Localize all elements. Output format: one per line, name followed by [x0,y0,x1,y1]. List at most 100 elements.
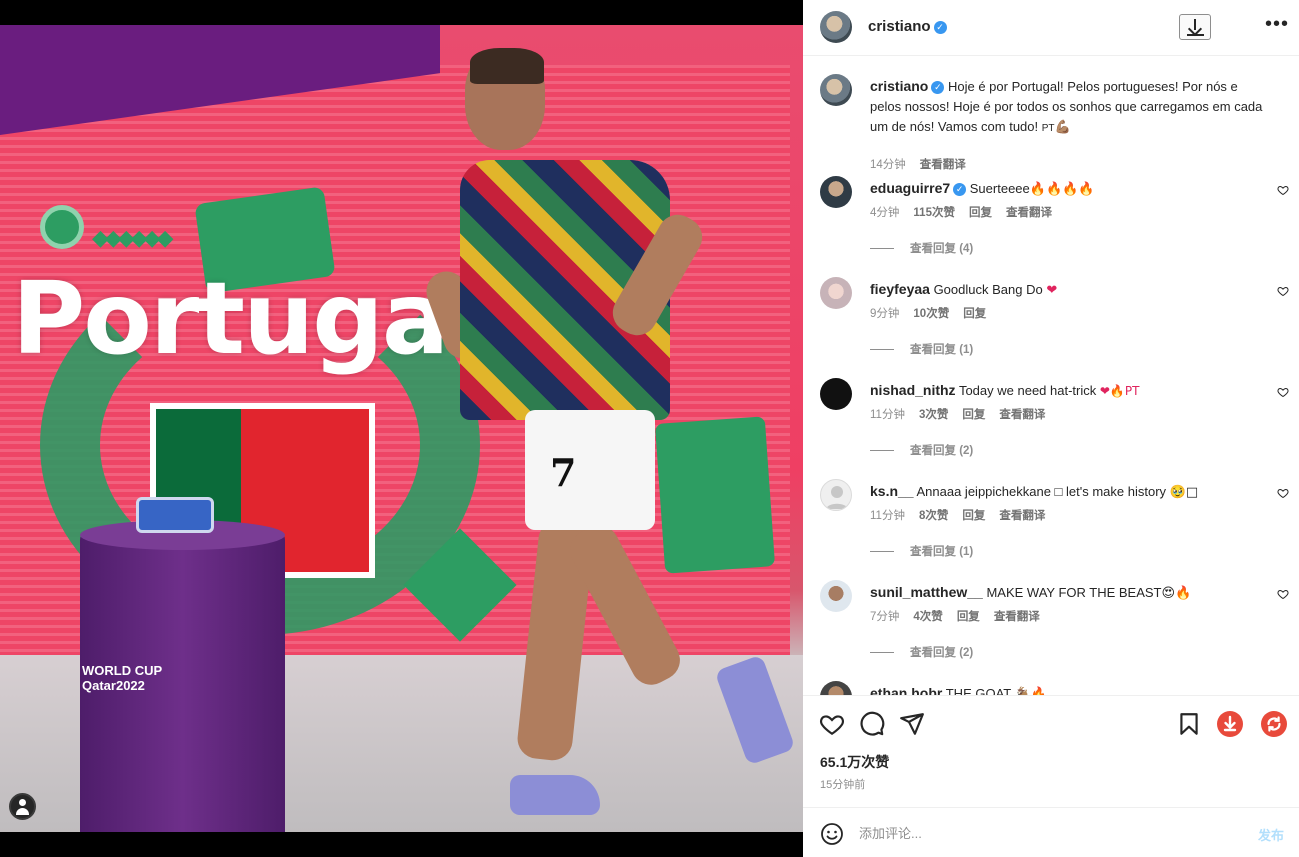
comment-like-heart-icon[interactable] [1277,184,1289,196]
download-arrow-icon [1223,715,1237,732]
comment-username[interactable]: fieyfeyaa [870,281,930,297]
author-name-row: cristiano ✓ [868,18,947,35]
comment-emoji: 🐐🔥 [1014,687,1047,695]
view-replies-button[interactable]: 查看回复 (2) [870,442,973,458]
post-photo[interactable]: ◆◆◆◆◆◆ Portugal WORLD CUP Qatar2022 7 [0,25,803,832]
comment-username[interactable]: ks.n__ [870,483,914,499]
comment-like-heart-icon[interactable] [1277,285,1289,297]
reply-button[interactable]: 回复 [957,611,980,623]
commenter-avatar[interactable] [820,277,852,309]
replies-line [870,248,894,250]
comment-body: THE GOAT [945,686,1011,695]
comment-likes[interactable]: 8次赞 [919,510,948,522]
post-time[interactable]: 15分钟前 [820,776,865,792]
comment-time[interactable]: 7分钟 [870,611,899,623]
post-header: cristiano ✓ ••• [803,0,1299,56]
user-tag-icon[interactable] [9,793,36,820]
more-options-icon[interactable]: ••• [1265,14,1289,34]
heart-icon[interactable] [819,711,845,737]
verified-badge-icon: ✓ [931,81,945,95]
comment-meta: 4分钟 115次赞 回复 查看翻译 [870,204,1066,220]
comment-time[interactable]: 4分钟 [870,207,899,219]
caption-username[interactable]: cristiano [870,78,928,94]
verified-badge-icon: ✓ [953,183,967,197]
comment-time[interactable]: 11分钟 [870,409,905,421]
download-icon[interactable] [1179,14,1211,40]
comment-likes[interactable]: 3次赞 [919,409,948,421]
view-replies-button[interactable]: 查看回复 (1) [870,543,973,559]
comment-text: ks.n__ Annaaa jeippichekkane □ let's mak… [870,481,1265,503]
player-boot [510,775,600,815]
translate-link[interactable]: 查看翻译 [999,510,1045,522]
comment-emoji: 🔥🔥🔥🔥 [1029,182,1095,197]
refresh-ext-icon[interactable] [1261,711,1287,737]
reply-button[interactable]: 回复 [963,308,986,320]
likes-count[interactable]: 65.1万次赞 [820,752,889,772]
caption-time[interactable]: 14分钟 [870,159,906,171]
replies-line [870,551,894,553]
translate-link[interactable]: 查看翻译 [999,409,1045,421]
translate-link[interactable]: 查看翻译 [994,611,1040,623]
comment-body: Annaaa jeippichekkane □ let's make histo… [916,484,1167,499]
commenter-avatar[interactable] [820,681,852,695]
comment-meta: 11分钟 3次赞 回复 查看翻译 [870,406,1059,422]
comment-username[interactable]: sunil_matthew__ [870,584,983,600]
author-avatar[interactable] [820,74,852,106]
comment-time[interactable]: 9分钟 [870,308,899,320]
comment-emoji: ❤ [1046,283,1058,298]
commenter-avatar[interactable] [820,176,852,208]
player-boot [714,654,796,766]
view-replies-button[interactable]: 查看回复 (1) [870,341,973,357]
comment-body: MAKE WAY FOR THE BEAST [986,585,1162,600]
view-replies-label: 查看回复 (2) [910,647,974,659]
reply-button[interactable]: 回复 [962,409,985,421]
comments-list[interactable]: cristiano ✓ Hoje é por Portugal! Pelos po… [803,57,1299,695]
caption-flag: PT [1041,123,1055,134]
translate-link[interactable]: 查看翻译 [1006,207,1052,219]
comment-input[interactable] [859,821,1229,845]
post-comment-button[interactable]: 发布 [1258,825,1284,844]
comment-text: nishad_nithz Today we need hat-trick ❤🔥P… [870,380,1265,401]
reply-button[interactable]: 回复 [969,207,992,219]
caption-text: cristiano ✓ Hoje é por Portugal! Pelos po… [870,76,1265,139]
view-replies-label: 查看回复 (4) [910,243,974,255]
comment-like-heart-icon[interactable] [1277,487,1289,499]
share-icon[interactable] [899,711,925,737]
comment-time[interactable]: 11分钟 [870,510,905,522]
comment-likes[interactable]: 115次赞 [913,207,955,219]
emoji-icon[interactable] [820,822,844,846]
replies-line [870,652,894,654]
comment-emoji: 🥹□ [1169,485,1199,500]
commenter-avatar[interactable] [820,378,852,410]
comment-username[interactable]: nishad_nithz [870,382,956,398]
author-username[interactable]: cristiano [868,18,931,35]
player-hair [470,48,544,84]
comment-likes[interactable]: 10次赞 [913,308,949,320]
comment-username[interactable]: eduaguirre7 [870,180,950,196]
comment-like-heart-icon[interactable] [1277,588,1289,600]
commenter-avatar-placeholder[interactable] [820,479,852,511]
diamond-pattern: ◆◆◆◆◆◆ [92,225,173,250]
world-cup-logo-text: WORLD CUP Qatar2022 [82,663,163,693]
view-replies-button[interactable]: 查看回复 (2) [870,644,973,660]
download-ext-icon[interactable] [1217,711,1243,737]
comment-like-heart-icon[interactable] [1277,386,1289,398]
photo-portugal-text: Portugal [12,260,482,377]
comment-text: eduaguirre7 ✓ Suerteeee🔥🔥🔥🔥 [870,178,1265,200]
default-avatar-icon [826,486,848,509]
comment-icon[interactable] [859,711,885,737]
reply-button[interactable]: 回复 [962,510,985,522]
commenter-avatar[interactable] [820,580,852,612]
comment-text: sunil_matthew__ MAKE WAY FOR THE BEAST😍🔥 [870,582,1265,604]
author-avatar[interactable] [820,11,852,43]
comment-username[interactable]: ethan.hobr [870,685,942,695]
bookmark-icon[interactable] [1176,711,1202,737]
view-replies-button[interactable]: 查看回复 (4) [870,240,973,256]
view-replies-label: 查看回复 (1) [910,344,974,356]
comment-meta: 9分钟 10次赞 回复 [870,305,1000,321]
translate-link[interactable]: 查看翻译 [920,159,966,171]
comment-text: ethan.hobr THE GOAT 🐐🔥 [870,683,1265,695]
comment-body: Today we need hat-trick [958,383,1097,398]
comment-likes[interactable]: 4次赞 [913,611,942,623]
add-comment-bar: 发布 [803,807,1299,857]
